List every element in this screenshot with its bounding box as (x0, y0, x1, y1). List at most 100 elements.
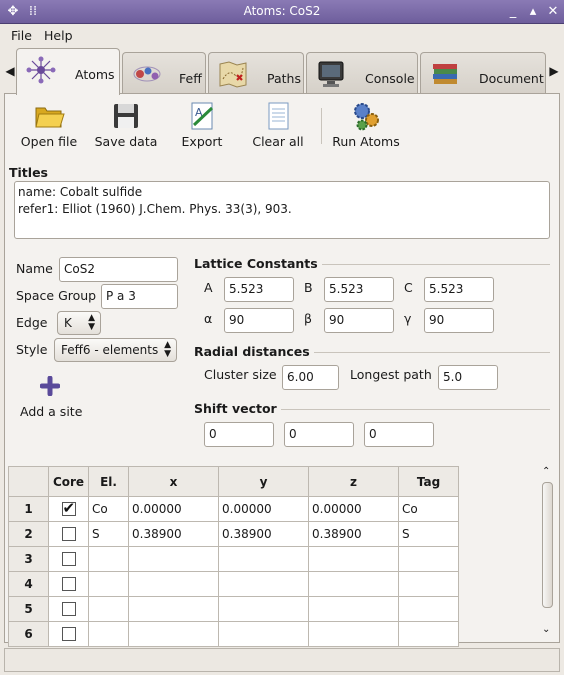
y-cell[interactable] (218, 546, 309, 572)
shift-x-field[interactable]: 0 (204, 422, 274, 447)
x-cell[interactable] (128, 571, 219, 597)
shift-z-field[interactable]: 0 (364, 422, 434, 447)
element-cell[interactable]: S (88, 521, 129, 547)
tag-cell[interactable]: S (398, 521, 459, 547)
plus-icon (40, 376, 60, 396)
z-cell[interactable]: 0.38900 (308, 521, 399, 547)
tag-cell[interactable] (398, 596, 459, 622)
minimize-icon[interactable]: _ (504, 3, 522, 21)
scrollbar-thumb[interactable] (542, 482, 553, 608)
name-field[interactable]: CoS2 (59, 257, 178, 282)
element-cell[interactable] (88, 571, 129, 597)
title-line: name: Cobalt sulfide (18, 185, 143, 199)
tag-cell[interactable] (398, 571, 459, 597)
lattice-gamma-field[interactable]: 90 (424, 308, 494, 333)
maximize-icon[interactable]: ▴ (524, 3, 542, 21)
table-row[interactable]: 1Co0.000000.000000.00000Co (8, 496, 459, 522)
y-cell[interactable] (218, 596, 309, 622)
y-cell[interactable]: 0.00000 (218, 496, 309, 522)
save-data-button[interactable]: Save data (94, 100, 158, 152)
clear-all-button[interactable]: Clear all (250, 100, 306, 152)
y-cell[interactable]: 0.38900 (218, 521, 309, 547)
x-cell[interactable] (128, 546, 219, 572)
scroll-up-icon[interactable]: ⌃ (542, 466, 550, 477)
col-header-core[interactable]: Core (48, 466, 89, 497)
cluster-size-field[interactable]: 6.00 (282, 365, 339, 390)
core-checkbox[interactable] (61, 527, 76, 542)
z-cell[interactable]: 0.00000 (308, 496, 399, 522)
core-checkbox[interactable] (61, 627, 76, 642)
y-cell[interactable] (218, 621, 309, 647)
tab-console[interactable]: Console (306, 52, 418, 94)
x-cell[interactable]: 0.38900 (128, 521, 219, 547)
core-cell[interactable] (48, 621, 89, 647)
table-row[interactable]: 3 (8, 546, 459, 572)
z-cell[interactable] (308, 546, 399, 572)
space-group-field[interactable]: P a 3 (101, 284, 178, 309)
export-button[interactable]: A Export (176, 100, 228, 152)
y-cell[interactable] (218, 571, 309, 597)
tag-cell[interactable] (398, 621, 459, 647)
element-cell[interactable]: Co (88, 496, 129, 522)
export-document-icon: A (191, 102, 214, 130)
add-site-button[interactable]: Add a site (14, 374, 86, 420)
core-cell[interactable] (48, 571, 89, 597)
tab-scroll-left-icon[interactable]: ◀ (3, 64, 17, 78)
lattice-alpha-field[interactable]: 90 (224, 308, 294, 333)
edge-select[interactable]: K ▲ ▼ (57, 311, 101, 335)
tab-scroll-right-icon[interactable]: ▶ (547, 64, 561, 78)
core-cell[interactable] (48, 521, 89, 547)
tab-paths-label: Paths (267, 71, 301, 86)
menu-help[interactable]: Help (44, 28, 73, 43)
table-row[interactable]: 5 (8, 596, 459, 622)
core-checkbox[interactable] (61, 577, 76, 592)
tab-atoms[interactable]: Atoms (16, 48, 120, 95)
row-number: 5 (8, 596, 49, 622)
z-cell[interactable] (308, 571, 399, 597)
lattice-beta-field[interactable]: 90 (324, 308, 394, 333)
col-header-tag[interactable]: Tag (398, 466, 459, 497)
tab-feff[interactable]: Feff (122, 52, 206, 94)
x-cell[interactable] (128, 596, 219, 622)
col-header-y[interactable]: y (218, 466, 309, 497)
tab-document-label: Document (479, 71, 544, 86)
tag-cell[interactable] (398, 546, 459, 572)
table-row[interactable]: 4 (8, 571, 459, 597)
titles-textarea[interactable]: name: Cobalt sulfide refer1: Elliot (196… (14, 181, 550, 239)
shift-y-field[interactable]: 0 (284, 422, 354, 447)
lattice-a-field[interactable]: 5.523 (224, 277, 294, 302)
core-checkbox[interactable] (61, 602, 76, 617)
menu-file[interactable]: File (11, 28, 32, 43)
element-cell[interactable] (88, 546, 129, 572)
col-header-element[interactable]: El. (88, 466, 129, 497)
lattice-b-field[interactable]: 5.523 (324, 277, 394, 302)
run-atoms-button[interactable]: Run Atoms (330, 100, 402, 152)
z-cell[interactable] (308, 621, 399, 647)
updown-arrows-icon: ▲ ▼ (164, 340, 171, 359)
table-row[interactable]: 2 S 0.38900 0.38900 0.38900 S (8, 521, 459, 547)
longest-path-field[interactable]: 5.0 (438, 365, 498, 390)
lattice-c-field[interactable]: 5.523 (424, 277, 494, 302)
x-cell[interactable] (128, 621, 219, 647)
x-cell[interactable]: 0.00000 (128, 496, 219, 522)
col-header-x[interactable]: x (128, 466, 219, 497)
row-number: 1 (8, 496, 49, 522)
tag-cell[interactable]: Co (398, 496, 459, 522)
core-cell[interactable] (48, 596, 89, 622)
core-checkbox[interactable] (61, 499, 76, 517)
scroll-down-icon[interactable]: ⌄ (542, 624, 550, 635)
close-icon[interactable]: ✕ (544, 3, 562, 21)
core-cell[interactable] (48, 546, 89, 572)
element-cell[interactable] (88, 596, 129, 622)
grid-scrollbar[interactable]: ⌃ ⌄ (540, 466, 556, 642)
element-cell[interactable] (88, 621, 129, 647)
z-cell[interactable] (308, 596, 399, 622)
core-cell[interactable] (48, 496, 89, 522)
col-header-z[interactable]: z (308, 466, 399, 497)
open-file-button[interactable]: Open file (20, 100, 78, 152)
style-select[interactable]: Feff6 - elements ▲ ▼ (54, 338, 177, 362)
tab-paths[interactable]: Paths (208, 52, 304, 94)
tab-document[interactable]: Document (420, 52, 546, 94)
core-checkbox[interactable] (61, 552, 76, 567)
table-row[interactable]: 6 (8, 621, 459, 647)
